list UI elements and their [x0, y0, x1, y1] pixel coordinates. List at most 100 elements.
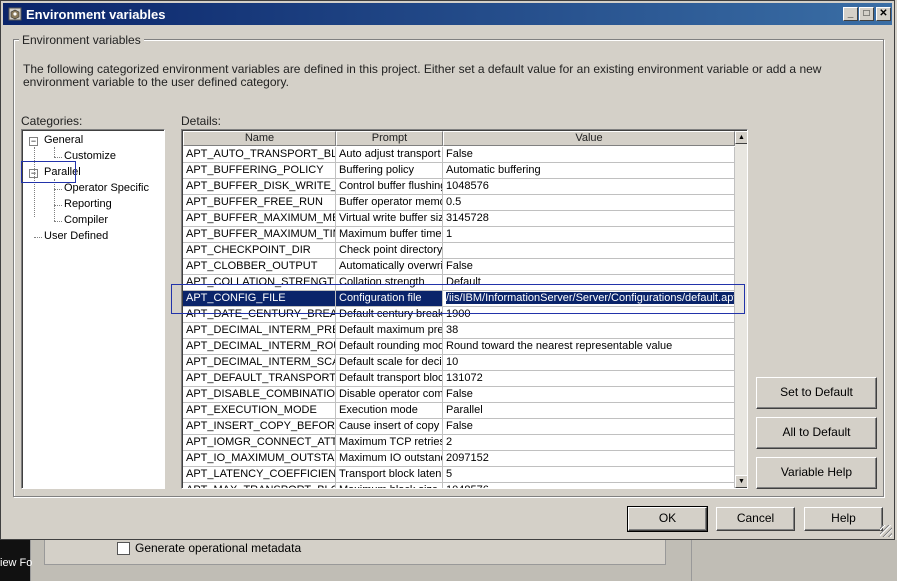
generate-metadata-checkbox[interactable] [117, 542, 130, 555]
help-button[interactable]: Help [804, 507, 883, 531]
table-row[interactable]: APT_BUFFER_FREE_RUN Buffer operator memo 0… [183, 195, 735, 211]
minimize-icon: _ [847, 8, 854, 19]
cell-value[interactable]: Parallel [443, 403, 735, 419]
cell-value[interactable]: 0.5 [443, 195, 735, 211]
cell-value[interactable]: False [443, 387, 735, 403]
categories-tree[interactable]: General − Customize Parallel − Operator Speci… [21, 129, 165, 489]
title-bar[interactable]: Environment variables _ □ ✕ [3, 3, 892, 25]
cell-value[interactable]: False [443, 147, 735, 163]
table-row[interactable]: APT_CHECKPOINT_DIR Check point directory [183, 243, 735, 259]
tree-expander-general[interactable]: − [29, 137, 38, 146]
cell-name: APT_COLLATION_STRENGT [183, 275, 336, 291]
table-row[interactable]: APT_BUFFERING_POLICY Buffering policy Auto… [183, 163, 735, 179]
minimize-button[interactable]: _ [843, 7, 858, 21]
cell-name: APT_EXECUTION_MODE [183, 403, 336, 419]
cell-value[interactable]: 1048576 [443, 483, 735, 488]
cell-value[interactable] [443, 243, 735, 259]
cell-value[interactable]: 5 [443, 467, 735, 483]
table-row[interactable]: APT_BUFFER_MAXIMUM_TIM Maximum buffer tim… [183, 227, 735, 243]
details-grid[interactable]: Name Prompt Value APT_AUTO_TRANSPORT_BL A… [181, 129, 748, 489]
table-row[interactable]: APT_DATE_CENTURY_BREA Default century bre… [183, 307, 735, 323]
cell-value-text[interactable]: /iis/IBM/InformationServer/Server/Config… [446, 292, 734, 304]
cell-prompt: Maximum block size [336, 483, 443, 488]
cell-name: APT_DECIMAL_INTERM_PRE [183, 323, 336, 339]
tree-node-user-defined[interactable]: User Defined [44, 230, 108, 242]
maximize-button[interactable]: □ [859, 7, 874, 21]
cell-value[interactable]: False [443, 259, 735, 275]
variable-help-button[interactable]: Variable Help [756, 457, 877, 489]
column-header-name[interactable]: Name [183, 131, 336, 146]
resize-grip[interactable] [880, 525, 892, 537]
group-label: Environment variables [19, 33, 144, 47]
table-row[interactable]: APT_DECIMAL_INTERM_SCA Default scale for … [183, 355, 735, 371]
cell-prompt: Maximum TCP retries [336, 435, 443, 451]
cell-name: APT_CONFIG_FILE [183, 291, 336, 307]
table-row[interactable]: APT_BUFFER_MAXIMUM_ME Virtual write buffe… [183, 211, 735, 227]
cell-prompt: Cause insert of copy b [336, 419, 443, 435]
cancel-label: Cancel [736, 511, 775, 525]
cell-value[interactable]: Round toward the nearest representable v… [443, 339, 735, 355]
cell-name: APT_BUFFER_MAXIMUM_ME [183, 211, 336, 227]
set-to-default-button[interactable]: Set to Default [756, 377, 877, 409]
cell-value[interactable]: 1048576 [443, 179, 735, 195]
tree-connector [54, 221, 62, 222]
close-icon: ✕ [879, 8, 888, 19]
cell-prompt: Control buffer flushing [336, 179, 443, 195]
cell-name: APT_MAX_TRANSPORT_BLO [183, 483, 336, 488]
table-row[interactable]: APT_LATENCY_COEFFICIEN Transport block la… [183, 467, 735, 483]
categories-label: Categories: [21, 114, 83, 128]
tree-node-operator-specific[interactable]: Operator Specific [64, 182, 149, 194]
cell-value[interactable]: 3145728 [443, 211, 735, 227]
table-row[interactable]: APT_DECIMAL_INTERM_ROU Default rounding m… [183, 339, 735, 355]
table-row[interactable]: APT_DEFAULT_TRANSPORT Default transport b… [183, 371, 735, 387]
cell-name: APT_CHECKPOINT_DIR [183, 243, 336, 259]
table-row[interactable]: APT_BUFFER_DISK_WRITE_ Control buffer flu… [183, 179, 735, 195]
cancel-button[interactable]: Cancel [716, 507, 795, 531]
tree-node-compiler[interactable]: Compiler [64, 214, 108, 226]
cell-name: APT_IO_MAXIMUM_OUTSTA [183, 451, 336, 467]
scroll-up-button[interactable]: ▲ [735, 131, 747, 144]
cell-value[interactable]: 2097152 [443, 451, 735, 467]
cell-value[interactable]: False [443, 419, 735, 435]
cell-value[interactable]: 38 [443, 323, 735, 339]
column-header-value[interactable]: Value [443, 131, 735, 146]
cell-value[interactable]: 2 [443, 435, 735, 451]
cell-value[interactable]: Default [443, 275, 735, 291]
table-row[interactable]: APT_IO_MAXIMUM_OUTSTA Maximum IO outstand… [183, 451, 735, 467]
all-to-default-button[interactable]: All to Default [756, 417, 877, 449]
cell-value[interactable]: Automatic buffering [443, 163, 735, 179]
cell-prompt: Virtual write buffer size [336, 211, 443, 227]
table-row[interactable]: APT_MAX_TRANSPORT_BLOMaximum block size1… [183, 483, 735, 488]
table-row[interactable]: APT_DISABLE_COMBINATIO Disable operator c… [183, 387, 735, 403]
close-button[interactable]: ✕ [876, 7, 891, 21]
table-row[interactable]: APT_COLLATION_STRENGT Collation strength D… [183, 275, 735, 291]
tree-node-reporting[interactable]: Reporting [64, 198, 112, 210]
cell-value[interactable]: /iis/IBM/InformationServer/Server/Config… [443, 291, 735, 307]
table-row[interactable]: APT_IOMGR_CONNECT_ATT Maximum TCP retries… [183, 435, 735, 451]
cell-value[interactable]: 10 [443, 355, 735, 371]
cell-name: APT_BUFFER_DISK_WRITE_ [183, 179, 336, 195]
vertical-scrollbar[interactable]: ▲ ▼ [735, 131, 747, 488]
taskbar: iew Fo [0, 540, 32, 581]
taskbar-text[interactable]: iew Fo [0, 557, 32, 569]
tree-connector [34, 237, 42, 238]
cell-value[interactable]: 131072 [443, 371, 735, 387]
table-row[interactable]: APT_CONFIG_FILE Configuration file/iis/IB… [183, 291, 735, 307]
table-row[interactable]: APT_DECIMAL_INTERM_PRE Default maximum pr… [183, 323, 735, 339]
table-row[interactable]: APT_INSERT_COPY_BEFORI Cause insert of co… [183, 419, 735, 435]
ok-button[interactable]: OK [627, 506, 708, 532]
cell-name: APT_DECIMAL_INTERM_ROU [183, 339, 336, 355]
scroll-down-button[interactable]: ▼ [735, 475, 747, 488]
table-row[interactable]: APT_AUTO_TRANSPORT_BL Auto adjust transpo… [183, 147, 735, 163]
tree-connector [54, 205, 62, 206]
column-header-prompt[interactable]: Prompt [336, 131, 443, 146]
table-row[interactable]: APT_CLOBBER_OUTPUT Automatically overwrit… [183, 259, 735, 275]
cell-value[interactable]: 1 [443, 227, 735, 243]
cell-prompt: Maximum buffer timeo [336, 227, 443, 243]
arrow-up-icon: ▲ [738, 134, 745, 141]
cell-value[interactable]: 1900 [443, 307, 735, 323]
table-row[interactable]: APT_EXECUTION_MODE Execution mode Parallel [183, 403, 735, 419]
tree-connector [54, 179, 55, 221]
tree-node-general[interactable]: General [44, 134, 83, 146]
cell-prompt: Buffering policy [336, 163, 443, 179]
